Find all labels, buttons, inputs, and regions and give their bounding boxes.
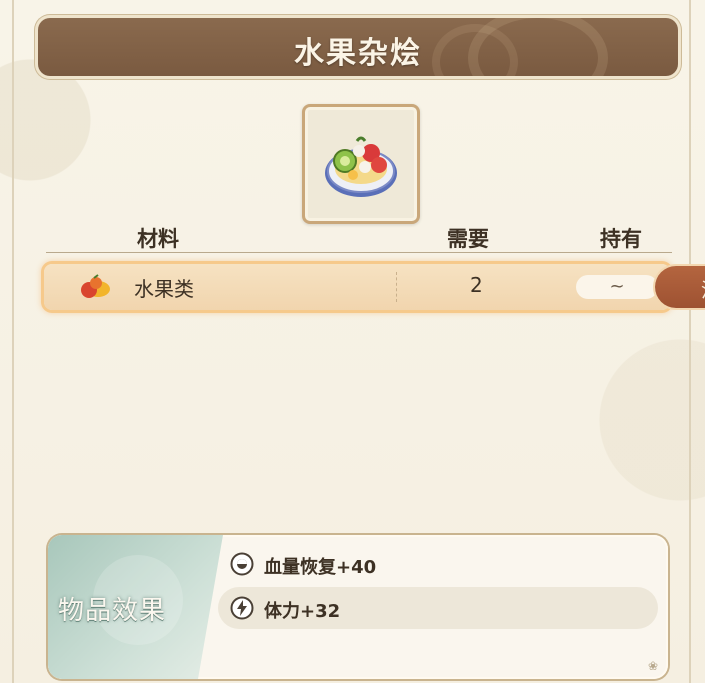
effect-row-stamina: 体力+32 [218,587,658,629]
material-name: 水果类 [134,277,194,301]
row-separator [396,272,397,302]
material-need-count: 2 [470,273,483,297]
fruit-salad-icon [325,136,397,197]
frame-border-left [12,0,14,683]
item-effect-panel: 物品效果 血量恢复+40 体力+32 ❀ [48,535,668,679]
material-row[interactable]: 水果类 2 ~ [44,264,670,310]
corner-ornament: ❀ [647,659,658,673]
hp-restore-icon [230,552,254,576]
fruit-icon [81,274,110,298]
stamina-icon [230,596,254,620]
material-owned-count: ~ [576,275,658,299]
effect-row-hp: 血量恢复+40 [218,543,658,585]
effect-hp-text: 血量恢复+40 [264,557,377,578]
effect-title: 物品效果 [58,596,167,626]
item-image-card[interactable] [302,104,420,224]
side-tab-label: 没 [701,274,705,303]
header-owned: 持有 [600,227,642,251]
side-tab-button[interactable]: 没 [655,266,705,308]
title-banner: 水果杂烩 [38,18,678,76]
recipe-title: 水果杂烩 [294,36,422,71]
frame-border-right [689,0,691,683]
header-divider [46,252,672,253]
effect-stamina-text: 体力+32 [264,601,341,622]
header-need: 需要 [447,227,489,251]
header-material: 材料 [137,227,179,251]
